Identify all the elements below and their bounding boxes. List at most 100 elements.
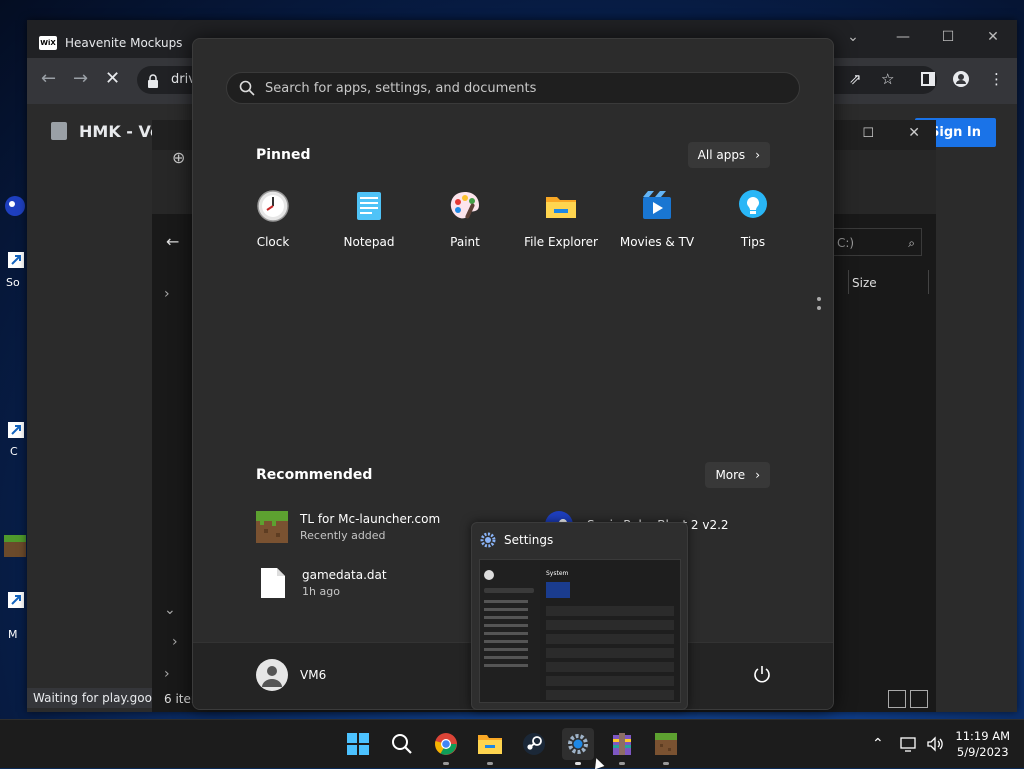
recommended-title: TL for Mc-launcher.com xyxy=(300,512,441,526)
minimize-button[interactable]: — xyxy=(889,26,917,48)
avatar xyxy=(256,659,288,691)
taskbar-winrar[interactable] xyxy=(606,728,638,765)
back-icon[interactable]: ← xyxy=(41,68,56,89)
lock-icon xyxy=(148,74,158,88)
pinned-app-label: Movies & TV xyxy=(619,235,695,249)
menu-dots-icon[interactable]: ⋮ xyxy=(989,70,1004,88)
close-button[interactable]: ✕ xyxy=(979,26,1007,48)
bookmark-star-icon[interactable]: ☆ xyxy=(881,70,894,88)
share-icon[interactable]: ⇗ xyxy=(849,70,862,88)
paint-icon xyxy=(450,192,479,219)
system-clock[interactable]: 11:19 AM 5/9/2023 xyxy=(955,728,1010,760)
clock-date: 5/9/2023 xyxy=(956,745,1009,759)
forward-icon[interactable]: → xyxy=(73,68,88,89)
movies-icon xyxy=(643,191,671,219)
minecraft-desktop-icon[interactable] xyxy=(4,535,26,557)
desktop-label-1[interactable]: So xyxy=(6,276,20,289)
file-explorer-icon xyxy=(478,735,502,754)
running-indicator xyxy=(663,762,669,765)
pinned-app-clock[interactable]: Clock xyxy=(225,189,321,249)
shortcut-arrow-icon xyxy=(8,252,24,268)
pinned-app-tips[interactable]: Tips xyxy=(705,189,801,249)
volume-icon[interactable] xyxy=(926,735,944,753)
close-button[interactable]: ✕ xyxy=(908,125,920,141)
recommended-title: gamedata.dat xyxy=(302,568,387,582)
taskbar-file-explorer[interactable] xyxy=(474,728,506,765)
all-apps-button[interactable]: All apps › xyxy=(687,142,770,168)
minecraft-icon xyxy=(256,511,288,543)
network-icon[interactable] xyxy=(900,735,918,753)
browser-tab[interactable]: WiX Heavenite Mockups xyxy=(39,28,182,58)
recommended-subtitle: 1h ago xyxy=(302,585,340,598)
chevron-up-icon[interactable]: ⌃ xyxy=(872,720,884,768)
side-panel-icon[interactable] xyxy=(921,72,935,86)
taskbar-chrome[interactable] xyxy=(430,728,462,765)
chrome-icon xyxy=(435,733,457,755)
recommended-item[interactable]: gamedata.dat 1h ago xyxy=(260,567,387,599)
pinned-heading: Pinned xyxy=(256,147,311,163)
taskbar-minecraft[interactable] xyxy=(650,728,682,765)
shortcut-arrow-icon xyxy=(8,592,24,608)
taskbar-search-button[interactable] xyxy=(386,728,418,760)
desktop-label-3[interactable]: M xyxy=(8,628,18,641)
chevron-right-icon: › xyxy=(755,468,760,482)
steam-icon xyxy=(523,733,545,755)
preview-title-text: Settings xyxy=(504,533,554,547)
back-icon[interactable]: ← xyxy=(166,232,179,251)
clock-time: 11:19 AM xyxy=(955,729,1010,743)
profile-icon[interactable] xyxy=(953,71,969,87)
column-divider xyxy=(928,270,929,294)
explorer-search-text: C:) xyxy=(837,236,855,250)
pinned-app-movies-tv[interactable]: Movies & TV xyxy=(609,189,705,249)
chevron-down-icon[interactable]: ⌄ xyxy=(164,602,176,618)
settings-window-preview[interactable]: Settings System xyxy=(471,522,688,710)
column-header-size[interactable]: Size xyxy=(852,276,877,290)
tiles-view-icon[interactable] xyxy=(910,690,928,708)
chevron-right-icon[interactable]: › xyxy=(164,666,170,682)
chevron-down-icon[interactable]: ⌄ xyxy=(839,26,867,48)
desktop-label-2[interactable]: C xyxy=(10,445,18,458)
wix-icon: WiX xyxy=(39,36,57,50)
pinned-app-file-explorer[interactable]: File Explorer xyxy=(513,189,609,249)
user-account-button[interactable]: VM6 xyxy=(256,659,326,691)
preview-heading: System xyxy=(546,570,569,577)
recommended-item[interactable]: TL for Mc-launcher.com Recently added xyxy=(256,511,440,543)
explorer-search[interactable]: C:) ⌕ xyxy=(830,228,922,256)
details-view-icon[interactable] xyxy=(888,690,906,708)
pinned-app-label: Tips xyxy=(740,235,766,249)
search-icon xyxy=(239,80,255,96)
pinned-app-label: Paint xyxy=(450,235,480,249)
preview-title: Settings xyxy=(480,532,553,548)
running-indicator xyxy=(575,762,581,765)
pinned-app-paint[interactable]: Paint xyxy=(417,189,513,249)
power-icon[interactable] xyxy=(753,665,771,683)
taskbar-settings[interactable] xyxy=(562,728,594,765)
maximize-button[interactable]: ☐ xyxy=(934,26,962,48)
file-icon xyxy=(261,568,285,598)
all-apps-label: All apps xyxy=(697,148,746,162)
start-search-input[interactable] xyxy=(263,79,787,97)
running-indicator xyxy=(443,762,449,765)
more-label: More xyxy=(715,468,746,482)
settings-icon xyxy=(568,734,588,754)
start-search-box[interactable] xyxy=(226,72,800,104)
notepad-icon xyxy=(357,192,381,220)
browser-status: Waiting for play.googl xyxy=(27,688,169,708)
pinned-app-notepad[interactable]: Notepad xyxy=(321,189,417,249)
chevron-right-icon[interactable]: › xyxy=(172,634,178,650)
taskbar-steam[interactable] xyxy=(518,728,550,760)
stop-icon[interactable]: ✕ xyxy=(105,68,120,89)
pinned-app-label: Notepad xyxy=(343,235,395,249)
more-button[interactable]: More › xyxy=(705,462,770,488)
page-dots-icon[interactable] xyxy=(817,297,821,315)
start-button[interactable] xyxy=(342,728,374,760)
document-icon xyxy=(51,122,67,140)
chevron-right-icon: › xyxy=(755,148,760,162)
sonic-desktop-icon[interactable] xyxy=(4,195,26,217)
pinned-app-label: Clock xyxy=(256,235,290,249)
maximize-button[interactable]: ☐ xyxy=(862,126,874,141)
pinned-app-label: File Explorer xyxy=(524,235,598,249)
new-icon[interactable]: ⊕ xyxy=(172,148,185,167)
chevron-right-icon[interactable]: › xyxy=(164,286,170,302)
running-indicator xyxy=(487,762,493,765)
